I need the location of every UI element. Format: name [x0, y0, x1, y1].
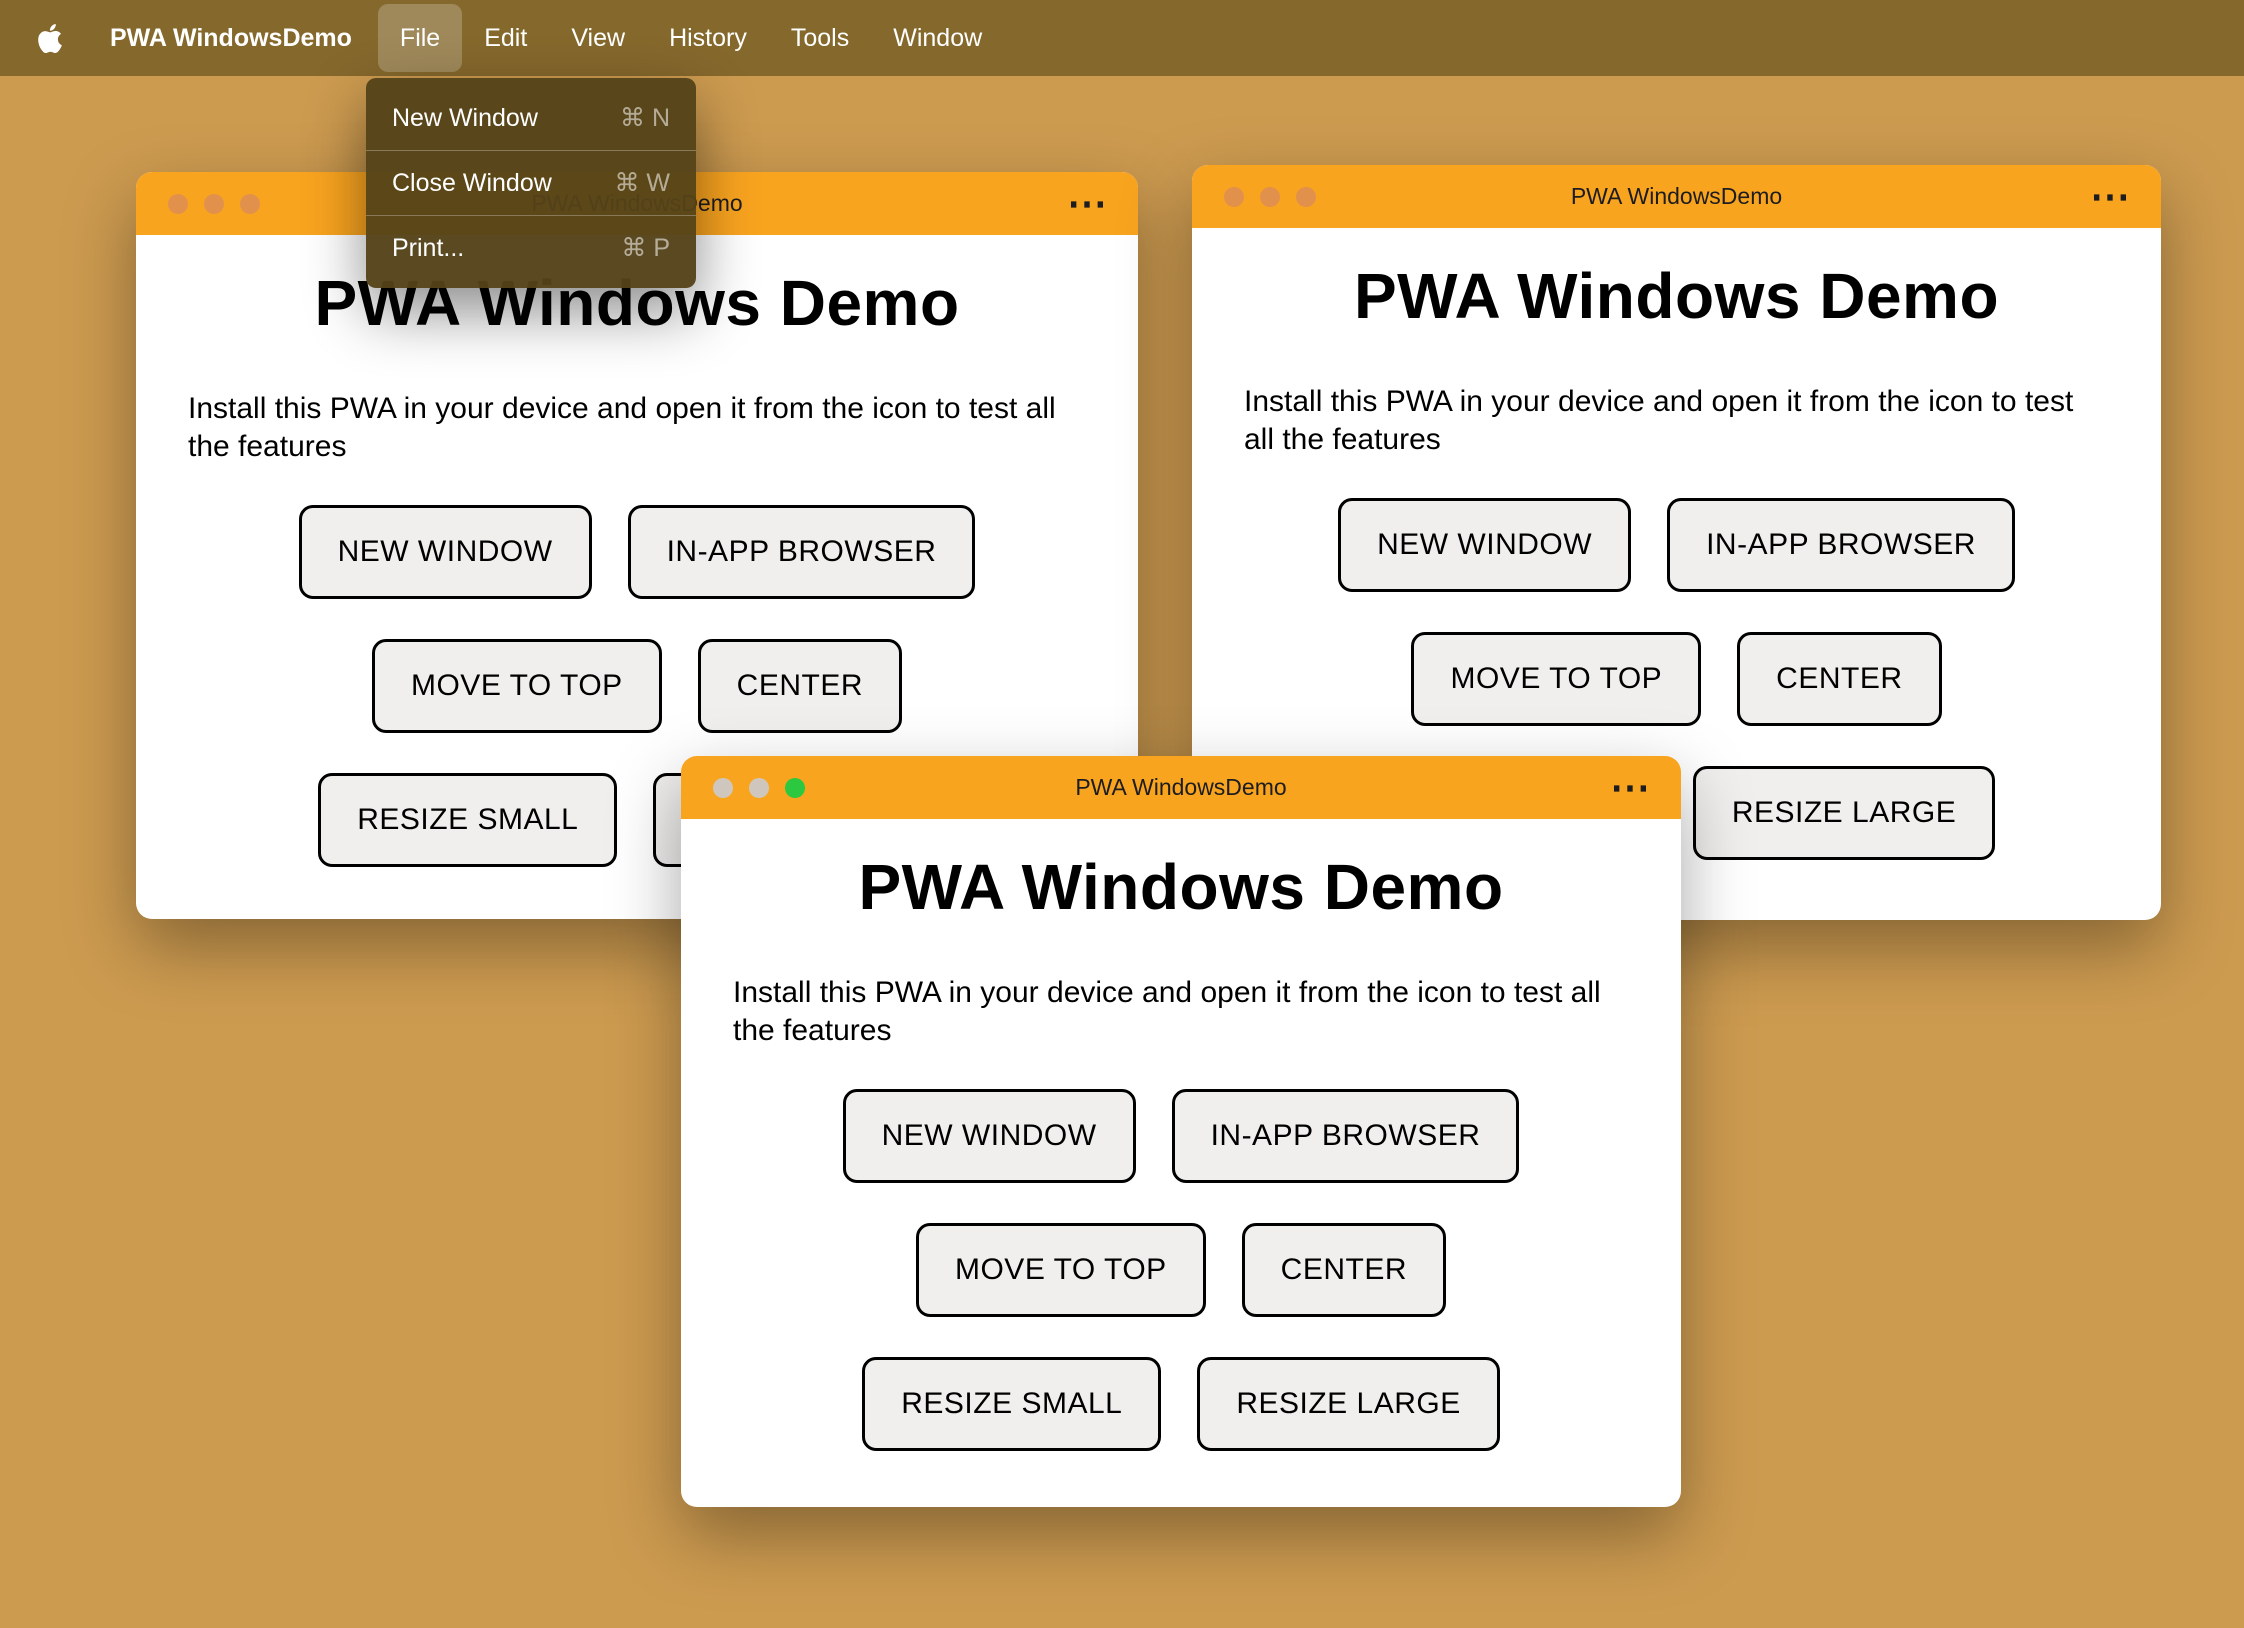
zoom-button[interactable] [1296, 186, 1316, 207]
window-title: PWA WindowsDemo [1570, 183, 1783, 209]
menubar: PWA WindowsDemo File Edit View History T… [0, 0, 2244, 76]
menu-separator [366, 150, 696, 151]
window-controls [713, 756, 805, 819]
apple-menu[interactable] [38, 23, 64, 53]
menu-item-label: Print... [392, 233, 465, 262]
menu-item-shortcut: ⌘ N [620, 104, 670, 132]
page-title: PWA Windows Demo [1353, 260, 2000, 332]
close-button[interactable] [168, 193, 188, 214]
new-window-button[interactable]: NEW WINDOW [298, 505, 592, 599]
in-app-browser-button[interactable]: IN-APP BROWSER [1667, 498, 2015, 592]
move-to-top-button[interactable]: MOVE TO TOP [1411, 632, 1702, 726]
resize-large-button[interactable]: RESIZE LARGE [1692, 766, 1996, 860]
description-text: Install this PWA in your device and open… [1244, 385, 2074, 456]
resize-large-button[interactable]: RESIZE LARGE [1197, 1357, 1500, 1451]
in-app-browser-button[interactable]: IN-APP BROWSER [1171, 1089, 1520, 1183]
titlebar[interactable]: PWA WindowsDemo ⋯ [681, 756, 1681, 819]
close-button[interactable] [1224, 186, 1244, 207]
menu-item-label: Close Window [392, 168, 552, 197]
file-menu-dropdown: New Window ⌘ N Close Window ⌘ W Print...… [366, 78, 696, 288]
menu-item-shortcut: ⌘ P [621, 234, 670, 262]
menu-tools[interactable]: Tools [769, 4, 871, 72]
description-text: Install this PWA in your device and open… [733, 976, 1601, 1047]
desktop: { "colors": { "desktop": "#cd9b50", "men… [0, 0, 2244, 1628]
titlebar[interactable]: PWA WindowsDemo ⋯ [1192, 165, 2161, 228]
menu-item-close-window[interactable]: Close Window ⌘ W [366, 153, 696, 213]
menu-file[interactable]: File [377, 4, 463, 72]
move-to-top-button[interactable]: MOVE TO TOP [915, 1223, 1206, 1317]
zoom-button[interactable] [785, 777, 805, 798]
page-title: PWA Windows Demo [858, 851, 1504, 923]
pwa-window-front: PWA WindowsDemo ⋯ PWA Windows Demo Insta… [681, 756, 1681, 1507]
minimize-button[interactable] [204, 193, 224, 214]
close-button[interactable] [713, 777, 733, 798]
menubar-app-name[interactable]: PWA WindowsDemo [98, 24, 364, 53]
window-controls [168, 172, 260, 235]
overflow-menu-icon[interactable]: ⋯ [1610, 756, 1651, 819]
window-content: PWA Windows Demo Install this PWA in you… [681, 850, 1681, 1481]
minimize-button[interactable] [1260, 186, 1280, 207]
center-button[interactable]: CENTER [697, 639, 903, 733]
new-window-button[interactable]: NEW WINDOW [842, 1089, 1136, 1183]
resize-small-button[interactable]: RESIZE SMALL [862, 1357, 1162, 1451]
zoom-button[interactable] [240, 193, 260, 214]
description-text: Install this PWA in your device and open… [188, 392, 1056, 463]
menu-view[interactable]: View [549, 4, 647, 72]
menu-item-print[interactable]: Print... ⌘ P [366, 218, 696, 278]
window-title: PWA WindowsDemo [1075, 774, 1287, 800]
overflow-menu-icon[interactable]: ⋯ [1067, 172, 1108, 235]
window-controls [1224, 165, 1316, 228]
in-app-browser-button[interactable]: IN-APP BROWSER [627, 505, 976, 599]
new-window-button[interactable]: NEW WINDOW [1338, 498, 1632, 592]
center-button[interactable]: CENTER [1737, 632, 1942, 726]
menu-history[interactable]: History [647, 4, 769, 72]
resize-small-button[interactable]: RESIZE SMALL [318, 773, 618, 867]
move-to-top-button[interactable]: MOVE TO TOP [371, 639, 662, 733]
menu-item-label: New Window [392, 103, 538, 132]
apple-icon [38, 23, 62, 53]
menu-edit[interactable]: Edit [462, 4, 549, 72]
minimize-button[interactable] [749, 777, 769, 798]
menu-item-new-window[interactable]: New Window ⌘ N [366, 88, 696, 148]
menu-window[interactable]: Window [871, 4, 1004, 72]
overflow-menu-icon[interactable]: ⋯ [2090, 165, 2131, 228]
menu-item-shortcut: ⌘ W [614, 169, 670, 197]
center-button[interactable]: CENTER [1241, 1223, 1447, 1317]
menu-separator [366, 215, 696, 216]
